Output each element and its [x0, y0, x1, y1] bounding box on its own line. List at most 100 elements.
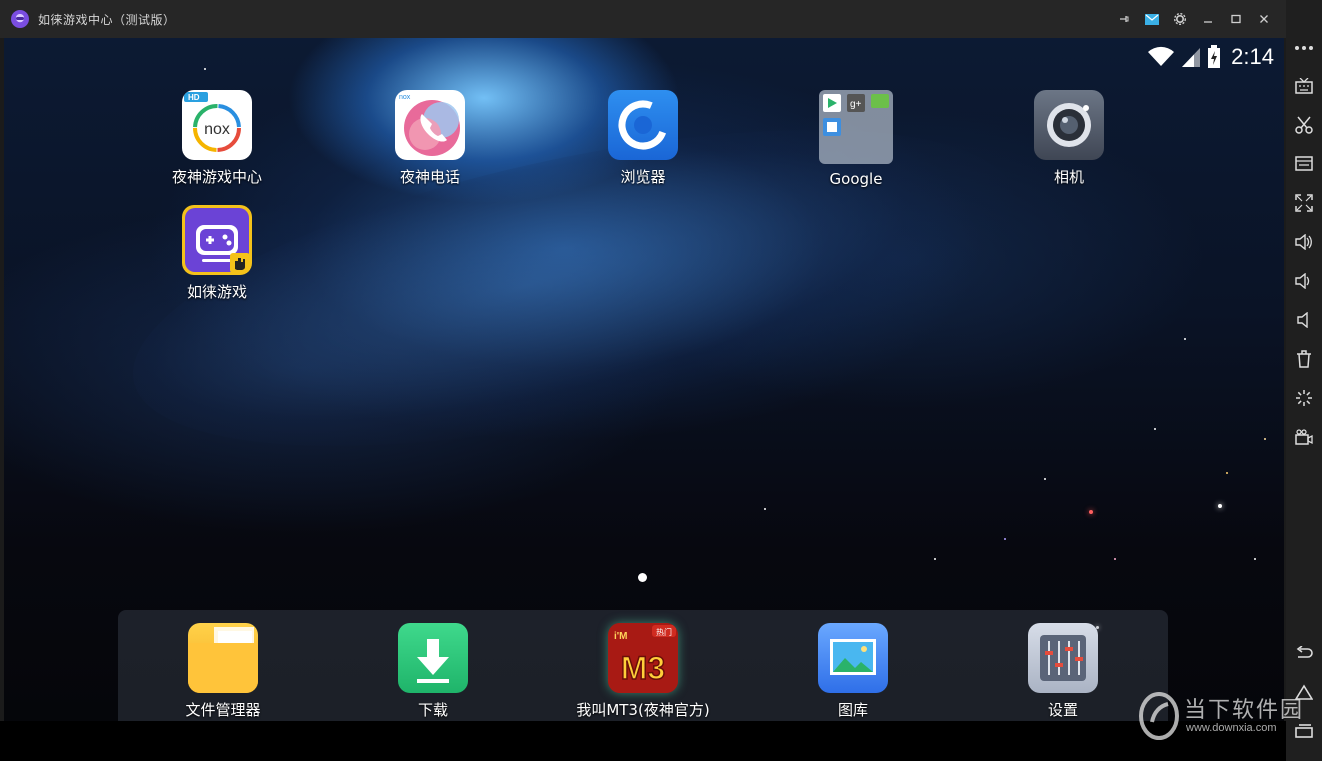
- clear-button[interactable]: [1292, 347, 1316, 371]
- fullscreen-icon: [1295, 194, 1313, 212]
- gallery-icon: [818, 623, 888, 693]
- download-icon: [398, 623, 468, 693]
- loading-spinner-icon: [1296, 390, 1312, 406]
- keyboard-button[interactable]: [1292, 74, 1316, 98]
- mail-icon[interactable]: [1138, 0, 1166, 38]
- more-button[interactable]: [1292, 36, 1316, 60]
- app-label: 夜神电话: [399, 168, 460, 186]
- folder-icon: [188, 623, 258, 693]
- pin-icon[interactable]: [1110, 0, 1138, 38]
- watermark-logo-icon: [1139, 692, 1179, 740]
- star: [1044, 478, 1046, 480]
- app-label: 设置: [1047, 701, 1078, 719]
- status-bar: 2:14: [1147, 44, 1274, 70]
- nox-game-center-icon: HD nox: [182, 90, 252, 160]
- app-file-manager[interactable]: 文件管理器: [153, 623, 293, 720]
- settings-icon: [1028, 623, 1098, 693]
- more-dots-icon: [1295, 46, 1313, 50]
- app-label: 下载: [417, 701, 448, 719]
- star: [1264, 438, 1266, 440]
- app-logo-icon: [11, 10, 29, 28]
- app-label: 如徕游戏: [186, 283, 247, 301]
- volume-up-button[interactable]: [1292, 230, 1316, 254]
- bottom-border: [0, 721, 1286, 761]
- window-controls: [1110, 0, 1278, 38]
- game-controller-icon: [182, 205, 252, 275]
- app-ruyi-game[interactable]: 如徕游戏: [147, 205, 287, 302]
- browser-icon: [608, 90, 678, 160]
- keyboard-icon: [1295, 78, 1313, 94]
- star: [1089, 510, 1093, 514]
- title-bar: 如徕游戏中心（测试版）: [0, 0, 1286, 38]
- app-nox-game-center[interactable]: HD nox 夜神游戏中心: [147, 90, 287, 187]
- signal-icon: [1182, 48, 1201, 67]
- svg-text:g+: g+: [850, 99, 862, 110]
- emulator-side-toolbar: [1286, 0, 1322, 761]
- app-nox-phone[interactable]: nox 夜神电话: [360, 90, 500, 187]
- minimize-icon[interactable]: [1194, 0, 1222, 38]
- app-label: 相机: [1053, 168, 1084, 186]
- watermark-url: www.downxia.com: [1186, 722, 1277, 734]
- phone-icon: nox: [395, 90, 465, 160]
- trash-icon: [1297, 350, 1311, 368]
- camera-icon: [1034, 90, 1104, 160]
- hd-badge-text: HD: [188, 93, 200, 102]
- star: [204, 68, 206, 70]
- mt3-game-icon: 热门 i'M M3: [608, 623, 678, 693]
- watermark-text: 当下软件园: [1184, 698, 1305, 723]
- star: [1114, 558, 1116, 560]
- star: [1184, 338, 1186, 340]
- nox-small-text: nox: [399, 94, 411, 101]
- toolbar-back-button[interactable]: [1292, 641, 1316, 665]
- app-label: 图库: [837, 701, 868, 719]
- close-icon[interactable]: [1250, 0, 1278, 38]
- app-mt3[interactable]: 热门 i'M M3 我叫MT3(夜神官方): [573, 623, 713, 720]
- window-title: 如徕游戏中心（测试版）: [38, 12, 176, 27]
- app-downloads[interactable]: 下载: [363, 623, 503, 720]
- star: [1254, 558, 1256, 560]
- android-home-screen[interactable]: 2:14 HD nox 夜神游戏中心 nox 夜神电话 浏览器 g+ Googl…: [4, 38, 1284, 721]
- star: [1004, 538, 1006, 540]
- mt3-art-text: M3: [621, 650, 665, 686]
- app-label: 夜神游戏中心: [171, 168, 262, 186]
- status-clock: 2:14: [1231, 44, 1274, 69]
- volume-down-button[interactable]: [1292, 269, 1316, 293]
- app-gallery[interactable]: 图库: [783, 623, 923, 720]
- multi-window-button[interactable]: [1292, 152, 1316, 176]
- scissors-icon: [1295, 116, 1313, 134]
- star: [934, 558, 936, 560]
- star: [1218, 504, 1222, 508]
- page-indicator-dot: [638, 573, 647, 582]
- app-settings[interactable]: 设置: [993, 623, 1133, 720]
- maximize-icon[interactable]: [1222, 0, 1250, 38]
- volume-down-icon: [1295, 273, 1310, 289]
- app-google-folder[interactable]: g+ Google: [786, 90, 926, 188]
- wifi-icon: [1148, 46, 1175, 66]
- battery-icon: [1208, 45, 1221, 68]
- star: [764, 508, 766, 510]
- google-folder-icon: g+: [819, 90, 893, 164]
- app-browser[interactable]: 浏览器: [573, 90, 713, 187]
- video-camera-icon: [1295, 429, 1313, 445]
- star: [1226, 472, 1228, 474]
- star: [1154, 428, 1156, 430]
- app-label: Google: [829, 170, 883, 188]
- screenshot-button[interactable]: [1292, 113, 1316, 137]
- volume-up-icon: [1295, 234, 1312, 250]
- watermark: 当下软件园 www.downxia.com: [1138, 690, 1318, 740]
- nox-icon-text: nox: [204, 121, 230, 138]
- app-label: 文件管理器: [185, 701, 261, 719]
- back-icon: [1296, 646, 1313, 658]
- app-label: 我叫MT3(夜神官方): [576, 701, 710, 719]
- fullscreen-button[interactable]: [1292, 191, 1316, 215]
- mute-button[interactable]: [1292, 308, 1316, 332]
- volume-mute-icon: [1297, 312, 1308, 328]
- mt3-im-text: i'M: [614, 631, 628, 642]
- app-camera[interactable]: 相机: [999, 90, 1139, 187]
- app-label: 浏览器: [620, 168, 666, 186]
- gear-icon[interactable]: [1166, 0, 1194, 38]
- loading-button[interactable]: [1292, 386, 1316, 410]
- window-icon: [1295, 156, 1313, 171]
- record-video-button[interactable]: [1292, 425, 1316, 449]
- dock: 文件管理器 下载 热门 i'M M3 我叫MT3(夜神官方) 图库 设置: [118, 610, 1168, 721]
